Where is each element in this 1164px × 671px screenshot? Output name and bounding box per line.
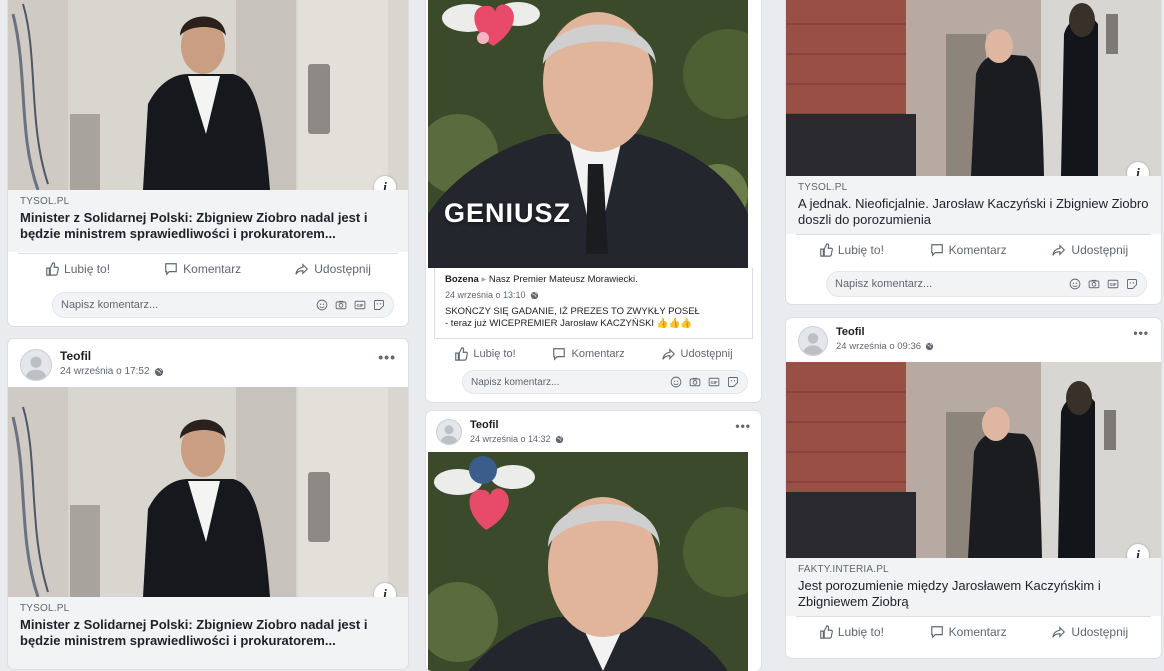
like-button[interactable]: Lubię to! xyxy=(45,262,110,276)
more-icon[interactable]: ••• xyxy=(735,419,751,433)
image-caption: GENIUSZ xyxy=(444,198,572,228)
sticker-icon[interactable] xyxy=(1126,278,1138,290)
author-name[interactable]: Teofil xyxy=(470,419,564,431)
post-image-kaczynski[interactable] xyxy=(428,452,748,671)
post-header: Teofil 24 września o 14:32 ••• xyxy=(426,419,761,445)
camera-icon[interactable] xyxy=(1088,278,1100,290)
author-name[interactable]: Teofil xyxy=(60,349,164,363)
sticker-icon[interactable] xyxy=(727,376,739,388)
like-button[interactable]: Lubię to! xyxy=(819,243,884,257)
globe-icon xyxy=(530,291,539,300)
post-card-teofil-porozumienie: Teofil 24 września o 09:36 ••• i FAKTY.I… xyxy=(786,318,1161,658)
like-icon xyxy=(45,262,59,276)
comment-button[interactable]: Komentarz xyxy=(164,262,241,276)
post-time[interactable]: 24 września o 14:32 xyxy=(470,434,564,444)
gif-icon[interactable] xyxy=(708,376,720,388)
comment-target[interactable]: Nasz Premier Mateusz Morawiecki. xyxy=(489,274,638,285)
post-image-kaczynski-door[interactable] xyxy=(786,0,1161,176)
embedded-comment[interactable]: Bozena ▸ Nasz Premier Mateusz Morawiecki… xyxy=(434,268,753,339)
comment-author[interactable]: Bozena xyxy=(445,274,479,285)
emoji-icon[interactable] xyxy=(1069,278,1081,290)
avatar[interactable] xyxy=(436,419,462,445)
like-icon xyxy=(454,347,468,361)
comment-text-line1: SKOŃCZY SIĘ GADANIE, IŻ PREZES TO ZWYKŁY… xyxy=(445,306,700,317)
more-icon[interactable]: ••• xyxy=(378,349,396,365)
gif-icon[interactable] xyxy=(1107,278,1119,290)
gif-icon[interactable] xyxy=(354,299,366,311)
post-image-ziobro[interactable] xyxy=(8,0,408,190)
comment-time: 24 września o 13:10 xyxy=(445,290,526,300)
avatar-icon xyxy=(437,419,461,445)
globe-icon xyxy=(154,367,164,377)
link-preview[interactable]: FAKTY.INTERIA.PL Jest porozumienie międz… xyxy=(786,558,1161,616)
share-button[interactable]: Udostępnij xyxy=(1052,625,1128,639)
link-preview[interactable]: TYSOL.PL Minister z Solidarnej Polski: Z… xyxy=(8,597,408,669)
comment-text-line2: - teraz już WICEPREMIER Jarosław KACZYŃS… xyxy=(445,318,693,329)
comment-icon xyxy=(552,347,566,361)
post-actions: Lubię to! Komentarz Udostępnij xyxy=(18,253,398,284)
link-domain: TYSOL.PL xyxy=(798,182,848,193)
camera-icon[interactable] xyxy=(335,299,347,311)
emoji-icon[interactable] xyxy=(670,376,682,388)
sticker-icon[interactable] xyxy=(373,299,385,311)
like-button[interactable]: Lubię to! xyxy=(819,625,884,639)
link-title: A jednak. Nieoficjalnie. Jarosław Kaczyń… xyxy=(798,196,1149,227)
link-title: Minister z Solidarnej Polski: Zbigniew Z… xyxy=(20,617,368,648)
emoji-icon[interactable] xyxy=(316,299,328,311)
share-icon xyxy=(1052,243,1066,257)
post-card-geniusz: GENIUSZ Bozena ▸ Nasz Premier Mateusz Mo… xyxy=(426,0,761,402)
like-button[interactable]: Lubię to! xyxy=(454,347,516,361)
share-button[interactable]: Udostępnij xyxy=(662,347,733,361)
post-time[interactable]: 24 września o 09:36 xyxy=(836,341,934,352)
author-name[interactable]: Teofil xyxy=(836,326,934,338)
like-icon xyxy=(819,243,833,257)
avatar[interactable] xyxy=(20,349,52,381)
post-image-kaczynski-door[interactable] xyxy=(786,362,1161,558)
comment-input[interactable]: Napisz komentarz... xyxy=(52,292,394,318)
post-card-kaczynski-ziobro-top: i TYSOL.PL A jednak. Nieoficjalnie. Jaro… xyxy=(786,0,1161,304)
link-domain: TYSOL.PL xyxy=(20,603,70,614)
link-title: Jest porozumienie między Jarosławem Kacz… xyxy=(798,578,1101,609)
link-preview[interactable]: TYSOL.PL A jednak. Nieoficjalnie. Jarosł… xyxy=(786,176,1161,234)
avatar[interactable] xyxy=(798,326,828,356)
comment-input[interactable]: Napisz komentarz... xyxy=(462,370,748,394)
link-domain: FAKTY.INTERIA.PL xyxy=(798,564,889,575)
avatar-icon xyxy=(21,349,51,381)
post-header: Teofil 24 września o 09:36 ••• xyxy=(786,326,1161,356)
post-actions: Lubię to! Komentarz Udostępnij xyxy=(436,338,751,369)
post-card-teofil-kaczynski: Teofil 24 września o 14:32 ••• xyxy=(426,411,761,671)
comment-icon xyxy=(164,262,178,276)
comment-button[interactable]: Komentarz xyxy=(930,243,1007,257)
comment-icon xyxy=(930,243,944,257)
more-icon[interactable]: ••• xyxy=(1133,326,1149,340)
link-preview[interactable]: TYSOL.PL Minister z Solidarnej Polski: Z… xyxy=(8,190,408,252)
post-time[interactable]: 24 września o 17:52 xyxy=(60,366,164,377)
comment-icon xyxy=(930,625,944,639)
post-actions: Lubię to! Komentarz Udostępnij xyxy=(796,234,1151,265)
link-title: Minister z Solidarnej Polski: Zbigniew Z… xyxy=(20,210,368,241)
share-icon xyxy=(662,347,676,361)
comment-input[interactable]: Napisz komentarz... xyxy=(826,271,1147,297)
share-button[interactable]: Udostępnij xyxy=(295,262,371,276)
avatar-icon xyxy=(799,326,827,356)
link-domain: TYSOL.PL xyxy=(20,196,70,207)
post-actions: Lubię to! Komentarz Udostępnij xyxy=(796,616,1151,647)
post-card-ziobro-top: i TYSOL.PL Minister z Solidarnej Polski:… xyxy=(8,0,408,326)
globe-icon xyxy=(555,435,564,444)
share-button[interactable]: Udostępnij xyxy=(1052,243,1128,257)
comment-button[interactable]: Komentarz xyxy=(930,625,1007,639)
post-card-teofil-ziobro: Teofil 24 września o 17:52 ••• i TYSOL.P… xyxy=(8,339,408,669)
share-icon xyxy=(295,262,309,276)
like-icon xyxy=(819,625,833,639)
post-image-ziobro[interactable] xyxy=(8,387,408,597)
camera-icon[interactable] xyxy=(689,376,701,388)
globe-icon xyxy=(925,342,934,351)
post-header: Teofil 24 września o 17:52 ••• xyxy=(8,349,408,381)
share-icon xyxy=(1052,625,1066,639)
comment-button[interactable]: Komentarz xyxy=(552,347,625,361)
